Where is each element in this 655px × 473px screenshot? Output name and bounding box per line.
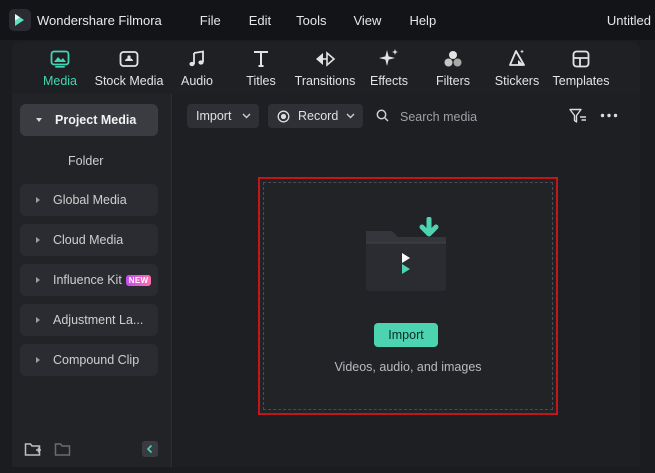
tab-stickers[interactable]: Stickers — [494, 42, 540, 94]
media-library-panel: Import Record Search media Import Videos… — [173, 94, 640, 467]
import-dropdown-label: Import — [196, 109, 232, 123]
collapse-sidebar-button[interactable] — [142, 441, 158, 457]
folder-icon[interactable] — [54, 441, 72, 457]
templates-icon — [572, 50, 590, 68]
import-dropdown[interactable]: Import — [187, 104, 259, 128]
sidebar-item-cloud-media[interactable]: Cloud Media — [20, 224, 158, 256]
menu-edit[interactable]: Edit — [249, 13, 271, 28]
tab-stickers-label: Stickers — [494, 74, 540, 88]
tab-effects[interactable]: Effects — [368, 42, 410, 94]
menu-file[interactable]: File — [200, 13, 221, 28]
tab-media[interactable]: Media — [40, 42, 80, 94]
sidebar-item-compound-clip[interactable]: Compound Clip — [20, 344, 158, 376]
filter-sort-icon[interactable] — [569, 108, 587, 124]
sidebar-item-label: Project Media — [55, 113, 137, 127]
stock-media-icon — [119, 51, 139, 67]
tab-stock-media-label: Stock Media — [94, 74, 164, 88]
record-icon — [277, 110, 290, 122]
tab-audio-label: Audio — [181, 74, 213, 88]
sidebar-item-label: Cloud Media — [53, 233, 124, 247]
sidebar-item-label: Adjustment La... — [53, 313, 144, 327]
tab-filters[interactable]: Filters — [434, 42, 472, 94]
tab-transitions-label: Transitions — [294, 74, 356, 88]
record-dropdown-label: Record — [298, 109, 339, 123]
sidebar-item-project-media[interactable]: Project Media — [20, 104, 158, 136]
document-title: Untitled — [606, 13, 651, 28]
tab-filters-label: Filters — [435, 74, 471, 88]
menu-tools[interactable]: Tools — [296, 13, 326, 28]
filters-icon — [444, 51, 462, 67]
sidebar-item-label: Compound Clip — [53, 353, 140, 367]
record-dropdown[interactable]: Record — [268, 104, 363, 128]
collapse-arrow-icon — [36, 197, 40, 203]
sidebar-item-label: Global Media — [53, 193, 127, 207]
stickers-icon — [509, 49, 525, 66]
search-icon — [376, 109, 389, 122]
app-name: Wondershare Filmora — [37, 12, 162, 28]
media-toolbar: Import Record Search media — [173, 94, 640, 138]
effects-sparkle-icon — [379, 49, 398, 66]
expand-arrow-icon — [36, 118, 42, 122]
menu-bar: File Edit Tools View Help — [200, 13, 464, 28]
import-folder-icon — [366, 217, 446, 291]
media-drop-zone[interactable]: Import Videos, audio, and images — [258, 177, 558, 415]
sidebar-footer — [12, 433, 172, 467]
tab-stock-media[interactable]: Stock Media — [94, 42, 164, 94]
chevron-down-icon — [242, 113, 251, 119]
media-sidebar: Project Media Folder Global Media Cloud … — [12, 94, 172, 467]
tab-titles[interactable]: Titles — [242, 42, 280, 94]
music-note-icon — [189, 50, 204, 67]
search-media-input[interactable]: Search media — [400, 110, 477, 124]
collapse-arrow-icon — [36, 317, 40, 323]
media-icon — [50, 50, 70, 68]
chevron-left-icon — [146, 444, 153, 454]
tab-titles-label: Titles — [246, 74, 276, 88]
sidebar-item-folder[interactable]: Folder — [68, 154, 103, 168]
tab-effects-label: Effects — [370, 74, 408, 88]
tab-templates[interactable]: Templates — [552, 42, 610, 94]
menu-help[interactable]: Help — [409, 13, 436, 28]
collapse-arrow-icon — [36, 357, 40, 363]
collapse-arrow-icon — [36, 277, 40, 283]
main-toolbar: Media Stock Media Audio Titles Transitio… — [12, 42, 640, 94]
title-bar: Wondershare Filmora File Edit Tools View… — [0, 0, 655, 40]
sidebar-item-influence-kit[interactable]: Influence Kit NEW — [20, 264, 158, 296]
tab-audio[interactable]: Audio — [176, 42, 218, 94]
text-t-icon — [254, 51, 268, 67]
sidebar-item-global-media[interactable]: Global Media — [20, 184, 158, 216]
new-folder-icon[interactable] — [24, 441, 42, 457]
chevron-down-icon — [346, 113, 355, 119]
tab-media-label: Media — [42, 74, 78, 88]
sidebar-item-label: Influence Kit — [53, 273, 122, 287]
more-options-icon[interactable] — [600, 113, 618, 118]
import-button[interactable]: Import — [374, 323, 438, 347]
new-badge: NEW — [125, 274, 152, 286]
tab-transitions[interactable]: Transitions — [294, 42, 356, 94]
drop-zone-hint: Videos, audio, and images — [334, 360, 482, 374]
tab-templates-label: Templates — [552, 74, 610, 88]
sidebar-item-adjustment-layer[interactable]: Adjustment La... — [20, 304, 158, 336]
transitions-icon — [316, 51, 336, 67]
menu-view[interactable]: View — [353, 13, 381, 28]
collapse-arrow-icon — [36, 237, 40, 243]
filmora-logo-icon — [9, 9, 31, 31]
